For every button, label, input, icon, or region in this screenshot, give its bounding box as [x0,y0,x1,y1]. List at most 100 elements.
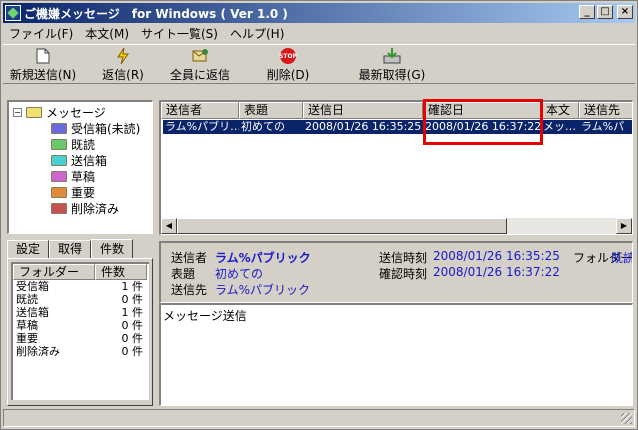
new-message-button[interactable]: 新規送信(N) [9,47,77,83]
highlight-annotation [423,99,543,145]
app-window: ご機嫌メッセージ for Windows ( Ver 1.0 ) _ □ × フ… [0,0,638,430]
tree-item-drafts[interactable]: 草稿 [13,168,152,184]
folder-icon [51,122,67,134]
count-value: 0 件 [121,332,144,345]
count-row[interactable]: 既読 0 件 [13,293,149,306]
window-title: ご機嫌メッセージ for Windows ( Ver 1.0 ) [24,6,288,21]
sender-value: ラム%パブリック [215,251,311,265]
close-button[interactable]: × [617,5,633,19]
title-bar[interactable]: ご機嫌メッセージ for Windows ( Ver 1.0 ) _ □ × [3,3,635,23]
count-value: 0 件 [121,293,144,306]
scroll-thumb[interactable] [177,218,507,234]
folder-icon [51,154,67,166]
column-folder[interactable]: フォルダー [13,264,95,280]
folder-icon [51,170,67,182]
scroll-track[interactable] [507,218,616,234]
delete-button[interactable]: STOP 削除(D) [259,47,317,83]
count-value: 0 件 [121,345,144,358]
cell-sent-date: 2008/01/26 16:35:25 [305,120,422,133]
count-value: 0 件 [121,319,144,332]
tree-item-label: 重要 [71,185,96,200]
confirm-time-value: 2008/01/26 16:37:22 [433,265,560,279]
horizontal-scrollbar[interactable]: ◀ ▶ [161,218,632,234]
menu-bar: ファイル(F) 本文(M) サイト一覧(S) ヘルプ(H) [3,24,635,42]
list-header: 送信者 表題 送信日 確認日 本文 送信先 [161,102,632,119]
count-row[interactable]: 削除済み 0 件 [13,345,149,358]
confirm-time-label: 確認時刻 [379,267,428,281]
resize-grip-icon[interactable] [621,413,632,424]
cell-recipient: ラム%パ [581,120,625,133]
tree-item-read[interactable]: 既読 [13,136,152,152]
tree-item-label: 削除済み [71,201,120,216]
reply-button[interactable]: 返信(R) [99,47,147,83]
minimize-button[interactable]: _ [579,5,595,19]
message-list[interactable]: 送信者 表題 送信日 確認日 本文 送信先 ラム%パブリ… 初めての 2008/… [159,100,633,235]
tree-item-important[interactable]: 重要 [13,184,152,200]
count-row[interactable]: 重要 0 件 [13,332,149,345]
toolbar: 新規送信(N) 返信(R) 全員に返信 STOP 削除(D) 最新取得(G) [3,44,635,84]
count-value: 1 件 [121,280,144,293]
count-row[interactable]: 草稿 0 件 [13,319,149,332]
tree-item-label: 既読 [71,137,96,152]
side-tabs: 設定 取得 件数 [7,238,153,259]
tree-item-deleted[interactable]: 削除済み [13,200,152,216]
collapse-icon[interactable]: − [13,107,22,117]
menu-site-list[interactable]: サイト一覧(S) [135,25,224,42]
folder-value: 既読 [611,251,633,265]
menu-file[interactable]: ファイル(F) [3,25,79,42]
sender-label: 送信者 [171,251,208,265]
count-folder-name: 送信箱 [16,306,49,319]
maximize-button[interactable]: □ [597,5,613,19]
sent-time-value: 2008/01/26 16:35:25 [433,249,560,263]
tab-fetch[interactable]: 取得 [49,240,92,258]
folder-icon [51,138,67,150]
tree-item-label: 草稿 [71,169,96,184]
folder-tree[interactable]: − メッセージ 受信箱(未読) 既読 送信箱 草稿 重要 削除済み [7,100,153,234]
column-count[interactable]: 件数 [95,264,147,280]
column-sent-date[interactable]: 送信日 [303,102,423,119]
reply-all-button[interactable]: 全員に返信 [167,47,233,83]
tree-item-outbox[interactable]: 送信箱 [13,152,152,168]
tab-counts[interactable]: 件数 [91,239,134,259]
count-row[interactable]: 送信箱 1 件 [13,306,149,319]
count-folder-name: 重要 [16,332,38,345]
message-body[interactable]: メッセージ送信 [159,303,633,406]
refresh-button[interactable]: 最新取得(G) [355,47,429,83]
column-body[interactable]: 本文 [541,102,579,119]
column-recipient[interactable]: 送信先 [579,102,632,119]
scroll-right-icon[interactable]: ▶ [616,218,632,234]
tree-item-inbox[interactable]: 受信箱(未読) [13,120,152,136]
app-icon[interactable] [5,5,21,21]
reply-label: 返信(R) [102,68,144,82]
table-row[interactable]: ラム%パブリ… 初めての 2008/01/26 16:35:25 2008/01… [163,120,632,134]
tree-item-label: 送信箱 [71,153,108,168]
message-detail: 送信者 ラム%パブリック 表題 初めての 送信先 ラム%パブリック 送信時刻 2… [159,241,633,303]
folder-icon [26,106,42,118]
tab-settings[interactable]: 設定 [7,240,50,258]
delete-label: 削除(D) [266,68,310,82]
count-folder-name: 既読 [16,293,38,306]
count-header: フォルダー 件数 [13,264,149,280]
count-panel: フォルダー 件数 受信箱 1 件 既読 0 件 送信箱 1 件 草稿 0 件 重… [7,258,153,406]
count-list[interactable]: フォルダー 件数 受信箱 1 件 既読 0 件 送信箱 1 件 草稿 0 件 重… [11,262,149,400]
cell-body: メッ… [543,120,576,133]
cell-subject: 初めての [241,120,285,133]
folder-icon [51,202,67,214]
column-sender[interactable]: 送信者 [161,102,239,119]
status-bar [3,409,635,427]
stop-icon: STOP [279,47,297,65]
recipient-label: 送信先 [171,283,208,297]
menu-body[interactable]: 本文(M) [79,25,135,42]
download-icon [383,47,401,65]
count-row[interactable]: 受信箱 1 件 [13,280,149,293]
menu-help[interactable]: ヘルプ(H) [224,25,290,42]
tree-root-label: メッセージ [46,105,106,120]
new-document-icon [34,47,52,65]
reply-all-icon [191,47,209,65]
recipient-value: ラム%パブリック [215,283,311,297]
column-subject[interactable]: 表題 [239,102,303,119]
subject-label: 表題 [171,267,196,281]
tree-root[interactable]: − メッセージ [13,104,152,120]
scroll-left-icon[interactable]: ◀ [161,218,177,234]
message-body-text: メッセージ送信 [163,309,247,323]
